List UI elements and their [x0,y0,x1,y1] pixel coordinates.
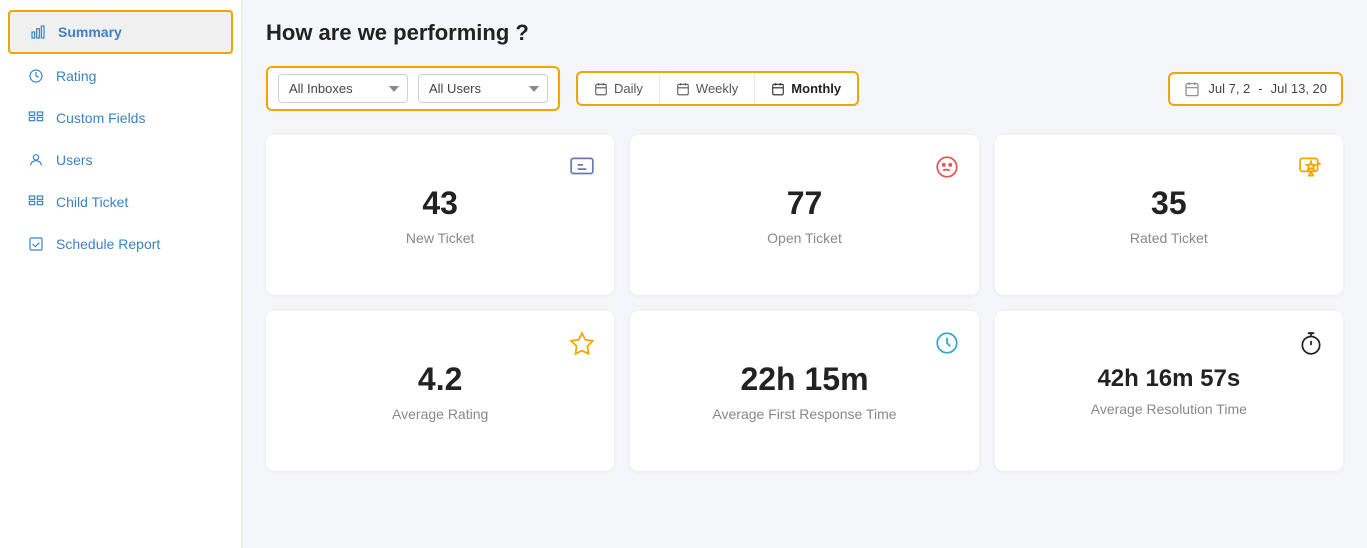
sidebar-item-users-label: Users [56,152,93,168]
period-selector: Daily Weekly Monthly [576,71,859,106]
average-rating-value: 4.2 [418,361,462,398]
inbox-select[interactable]: All Inboxes [278,74,408,103]
weekly-label: Weekly [696,81,738,96]
open-ticket-label: Open Ticket [767,230,842,246]
sidebar: Summary Rating Custom Fields Users Child… [0,0,242,548]
monthly-button[interactable]: Monthly [755,73,857,104]
first-response-label: Average First Response Time [712,406,896,422]
message-icon [568,153,596,181]
child-ticket-icon [26,194,46,210]
date-separator: - [1258,81,1262,96]
sidebar-item-schedule-report[interactable]: Schedule Report [8,224,233,264]
stopwatch-icon [1297,329,1325,357]
user-select[interactable]: All Users [418,74,548,103]
open-ticket-value: 77 [787,185,823,222]
sidebar-item-child-ticket[interactable]: Child Ticket [8,182,233,222]
sidebar-item-users[interactable]: Users [8,140,233,180]
main-content: How are we performing ? All Inboxes All … [242,0,1367,548]
cards-grid: 43 New Ticket 77 Open Ticket 35 Rated Ti… [266,135,1343,471]
resolution-time-value: 42h 16m 57s [1097,365,1240,393]
weekly-icon [676,82,690,96]
sidebar-item-schedule-report-label: Schedule Report [56,236,160,252]
page-title: How are we performing ? [266,20,1343,46]
rated-ticket-label: Rated Ticket [1130,230,1208,246]
checkbox-icon [26,236,46,252]
calendar-icon [1184,81,1200,97]
user-icon [26,152,46,168]
message-star-icon [1297,153,1325,181]
monthly-icon [771,82,785,96]
sidebar-item-rating[interactable]: Rating [8,56,233,96]
first-response-value: 22h 15m [740,361,868,398]
daily-icon [594,82,608,96]
new-ticket-value: 43 [422,185,458,222]
inbox-user-filter-group: All Inboxes All Users [266,66,560,111]
monthly-label: Monthly [791,81,841,96]
sidebar-item-custom-fields-label: Custom Fields [56,110,145,126]
star-icon [568,329,596,357]
sad-face-icon [933,153,961,181]
sidebar-item-child-ticket-label: Child Ticket [56,194,128,210]
new-ticket-label: New Ticket [406,230,474,246]
open-ticket-card: 77 Open Ticket [630,135,978,295]
sidebar-item-custom-fields[interactable]: Custom Fields [8,98,233,138]
first-response-card: 22h 15m Average First Response Time [630,311,978,471]
resolution-time-label: Average Resolution Time [1091,401,1247,417]
resolution-time-card: 42h 16m 57s Average Resolution Time [995,311,1343,471]
circle-icon [26,68,46,84]
sidebar-item-rating-label: Rating [56,68,96,84]
clock-icon [933,329,961,357]
date-end: Jul 13, 20 [1271,81,1327,96]
date-range-picker[interactable]: Jul 7, 2 - Jul 13, 20 [1168,72,1343,106]
average-rating-card: 4.2 Average Rating [266,311,614,471]
average-rating-label: Average Rating [392,406,488,422]
new-ticket-card: 43 New Ticket [266,135,614,295]
daily-label: Daily [614,81,643,96]
weekly-button[interactable]: Weekly [660,73,755,104]
rated-ticket-value: 35 [1151,185,1187,222]
filters-row: All Inboxes All Users Daily Weekly Month… [266,66,1343,111]
custom-fields-icon [26,110,46,126]
bar-chart-icon [28,24,48,40]
daily-button[interactable]: Daily [578,73,660,104]
date-start: Jul 7, 2 [1208,81,1250,96]
sidebar-item-summary[interactable]: Summary [8,10,233,54]
rated-ticket-card: 35 Rated Ticket [995,135,1343,295]
sidebar-item-summary-label: Summary [58,24,122,40]
